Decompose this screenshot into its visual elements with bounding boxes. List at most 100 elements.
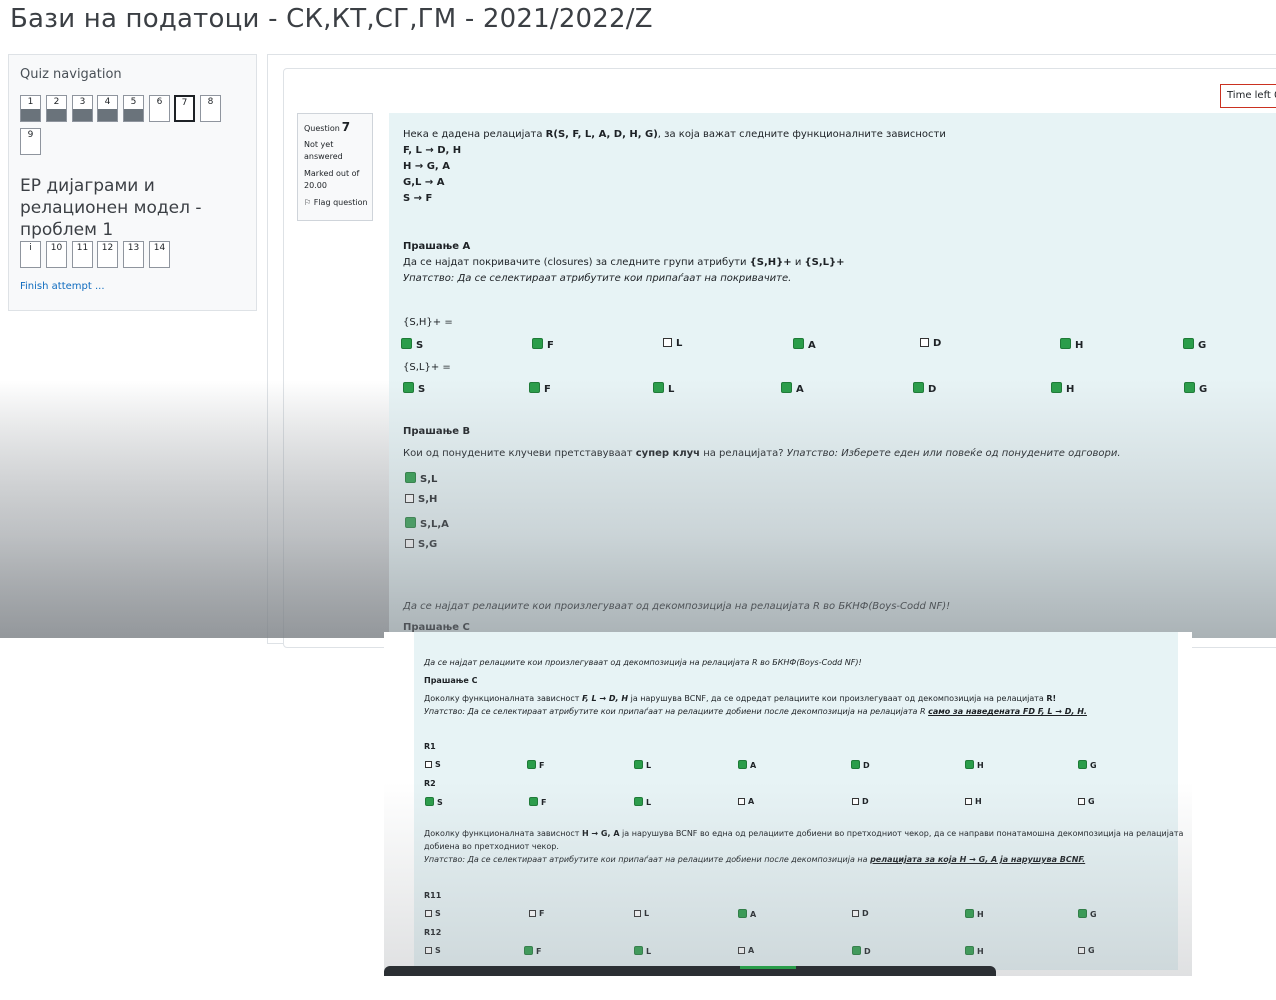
checkbox-checked[interactable]: [738, 909, 747, 918]
r1-option-h[interactable]: H: [965, 760, 984, 770]
checkbox-checked[interactable]: [401, 338, 412, 349]
r11-option-l[interactable]: L: [634, 909, 649, 918]
checkbox-checked[interactable]: [529, 382, 540, 393]
r1-option-s[interactable]: S: [425, 760, 441, 769]
checkbox-unchecked[interactable]: [920, 338, 929, 347]
checkbox-checked[interactable]: [1060, 338, 1071, 349]
r11-option-s[interactable]: S: [425, 909, 441, 918]
checkbox-unchecked[interactable]: [738, 947, 745, 954]
quiz-nav-button-6[interactable]: 6: [149, 95, 170, 122]
part-b-option-sl[interactable]: S,L: [405, 472, 437, 485]
checkbox-unchecked[interactable]: [425, 761, 432, 768]
r2-option-h[interactable]: H: [965, 797, 982, 806]
quiz-nav-button-4[interactable]: 4: [97, 95, 118, 122]
sh-option-g[interactable]: G: [1183, 338, 1206, 351]
r1-option-a[interactable]: A: [738, 760, 756, 770]
checkbox-checked[interactable]: [524, 946, 533, 955]
checkbox-checked[interactable]: [634, 797, 643, 806]
quiz-nav-button-7-current[interactable]: 7: [174, 95, 195, 122]
checkbox-checked[interactable]: [403, 382, 414, 393]
quiz-nav-button-14[interactable]: 14: [149, 241, 170, 268]
checkbox-unchecked[interactable]: [852, 910, 859, 917]
r2-option-l[interactable]: L: [634, 797, 651, 807]
checkbox-checked[interactable]: [738, 760, 747, 769]
checkbox-unchecked[interactable]: [738, 798, 745, 805]
quiz-nav-button-10[interactable]: 10: [46, 241, 67, 268]
quiz-nav-button-3[interactable]: 3: [72, 95, 93, 122]
r12-option-g[interactable]: G: [1078, 946, 1095, 955]
sh-option-s[interactable]: S: [401, 338, 423, 351]
checkbox-checked[interactable]: [1183, 338, 1194, 349]
checkbox-checked[interactable]: [852, 946, 861, 955]
finish-attempt-link[interactable]: Finish attempt ...: [20, 281, 105, 292]
r1-option-d[interactable]: D: [851, 760, 870, 770]
checkbox-checked[interactable]: [1078, 760, 1087, 769]
r2-option-f[interactable]: F: [529, 797, 546, 807]
checkbox-checked[interactable]: [1051, 382, 1062, 393]
r12-option-l[interactable]: L: [634, 946, 651, 956]
checkbox-checked[interactable]: [532, 338, 543, 349]
checkbox-checked[interactable]: [793, 338, 804, 349]
flag-question-button[interactable]: ⚐ Flag question: [304, 198, 368, 207]
checkbox-checked[interactable]: [425, 797, 434, 806]
quiz-nav-button-13[interactable]: 13: [123, 241, 144, 268]
r1-option-f[interactable]: F: [527, 760, 544, 770]
sh-option-h[interactable]: H: [1060, 338, 1083, 351]
checkbox-checked[interactable]: [529, 797, 538, 806]
checkbox-unchecked[interactable]: [1078, 947, 1085, 954]
checkbox-unchecked[interactable]: [529, 910, 536, 917]
sh-option-l[interactable]: L: [663, 338, 682, 349]
part-b-option-sh[interactable]: S,H: [405, 494, 437, 505]
r2-option-s[interactable]: S: [425, 797, 443, 807]
sl-option-s[interactable]: S: [403, 382, 425, 395]
sl-option-g[interactable]: G: [1184, 382, 1207, 395]
quiz-nav-button-12[interactable]: 12: [97, 241, 118, 268]
checkbox-checked[interactable]: [965, 760, 974, 769]
quiz-nav-button-8[interactable]: 8: [200, 95, 221, 122]
checkbox-unchecked[interactable]: [405, 494, 414, 503]
sl-option-f[interactable]: F: [529, 382, 551, 395]
checkbox-unchecked[interactable]: [634, 910, 641, 917]
sl-option-h[interactable]: H: [1051, 382, 1074, 395]
r1-option-g[interactable]: G: [1078, 760, 1097, 770]
sh-option-d[interactable]: D: [920, 338, 941, 349]
checkbox-unchecked[interactable]: [663, 338, 672, 347]
r2-option-a[interactable]: A: [738, 797, 754, 806]
quiz-nav-button-info[interactable]: i: [20, 241, 41, 268]
sl-option-a[interactable]: A: [781, 382, 804, 395]
checkbox-unchecked[interactable]: [1078, 798, 1085, 805]
checkbox-unchecked[interactable]: [852, 798, 859, 805]
checkbox-checked[interactable]: [781, 382, 792, 393]
sh-option-a[interactable]: A: [793, 338, 816, 351]
r1-option-l[interactable]: L: [634, 760, 651, 770]
checkbox-checked[interactable]: [634, 946, 643, 955]
r12-option-h[interactable]: H: [965, 946, 984, 956]
r12-option-s[interactable]: S: [425, 946, 441, 955]
checkbox-checked[interactable]: [965, 946, 974, 955]
checkbox-unchecked[interactable]: [965, 798, 972, 805]
r11-option-d[interactable]: D: [852, 909, 869, 918]
quiz-nav-button-1[interactable]: 1: [20, 95, 41, 122]
checkbox-checked[interactable]: [405, 517, 416, 528]
checkbox-checked[interactable]: [913, 382, 924, 393]
quiz-nav-button-11[interactable]: 11: [72, 241, 93, 268]
checkbox-checked[interactable]: [634, 760, 643, 769]
r11-option-a[interactable]: A: [738, 909, 756, 919]
r11-option-h[interactable]: H: [965, 909, 984, 919]
r2-option-g[interactable]: G: [1078, 797, 1095, 806]
r12-option-a[interactable]: A: [738, 946, 754, 955]
r2-option-d[interactable]: D: [852, 797, 869, 806]
checkbox-checked[interactable]: [851, 760, 860, 769]
r12-option-d[interactable]: D: [852, 946, 871, 956]
quiz-nav-button-9[interactable]: 9: [20, 128, 41, 155]
checkbox-checked[interactable]: [1184, 382, 1195, 393]
sl-option-l[interactable]: L: [653, 382, 674, 395]
quiz-nav-button-2[interactable]: 2: [46, 95, 67, 122]
checkbox-checked[interactable]: [965, 909, 974, 918]
checkbox-unchecked[interactable]: [425, 947, 432, 954]
checkbox-checked[interactable]: [1078, 909, 1087, 918]
checkbox-checked[interactable]: [653, 382, 664, 393]
r12-option-f[interactable]: F: [524, 946, 541, 956]
r11-option-g[interactable]: G: [1078, 909, 1097, 919]
checkbox-checked[interactable]: [527, 760, 536, 769]
